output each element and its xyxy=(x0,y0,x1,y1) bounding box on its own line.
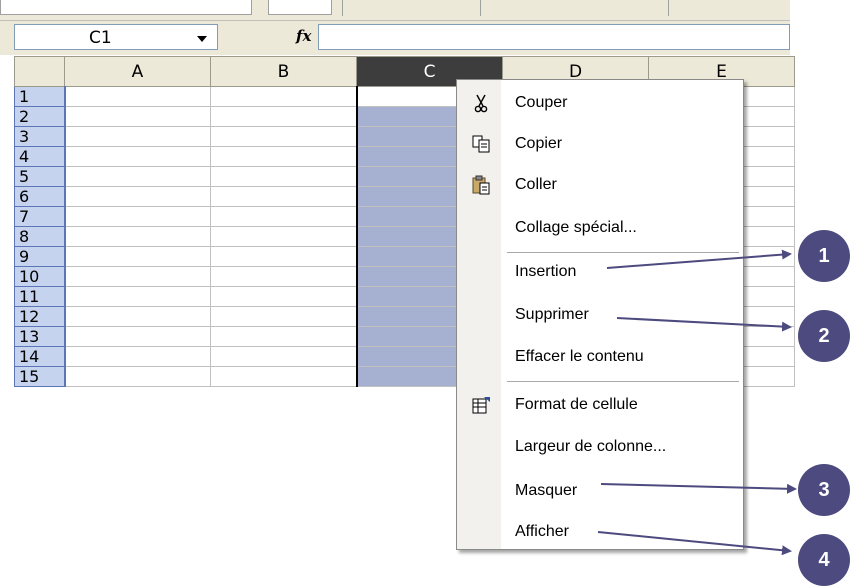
grid-cell[interactable] xyxy=(64,106,211,127)
grid-cell[interactable] xyxy=(64,86,211,107)
toolbar-field[interactable] xyxy=(268,0,332,15)
annotation-badge-2: 2 xyxy=(798,310,850,362)
row-header[interactable]: 3 xyxy=(14,126,66,147)
menu-item-label: Afficher xyxy=(515,523,569,540)
row-header[interactable]: 5 xyxy=(14,166,66,187)
grid-cell[interactable] xyxy=(64,126,211,147)
grid-cell[interactable] xyxy=(64,226,211,247)
menu-item-insertion[interactable]: Insertion xyxy=(457,253,743,293)
row-header[interactable]: 11 xyxy=(14,286,66,307)
row-header[interactable]: 10 xyxy=(14,266,66,287)
formula-input[interactable] xyxy=(318,24,790,50)
menu-item-label: Coller xyxy=(515,176,557,193)
select-all-corner[interactable] xyxy=(14,56,65,87)
grid-cell[interactable] xyxy=(210,146,357,167)
formula-bar: C1 fx xyxy=(0,21,790,55)
menu-item-coller[interactable]: Coller xyxy=(457,166,743,206)
annotation-badge-1: 1 xyxy=(798,230,850,282)
toolbar-separator xyxy=(480,0,481,16)
menu-item-effacer-le-contenu[interactable]: Effacer le contenu xyxy=(457,338,743,378)
menu-item-label: Largeur de colonne... xyxy=(515,438,667,455)
row-header[interactable]: 4 xyxy=(14,146,66,167)
grid-cell[interactable] xyxy=(64,206,211,227)
grid-cell[interactable] xyxy=(210,366,357,387)
column-header-a[interactable]: A xyxy=(64,56,211,87)
grid-cell[interactable] xyxy=(210,266,357,287)
menu-item-label: Collage spécial... xyxy=(515,219,637,236)
menu-item-label: Couper xyxy=(515,94,568,111)
format-cells-icon xyxy=(472,397,490,414)
annotation-badge-4: 4 xyxy=(798,534,850,586)
grid-cell[interactable] xyxy=(64,166,211,187)
grid-cell[interactable] xyxy=(210,246,357,267)
context-menu: Couper Copier Coller Collage spécial... … xyxy=(456,79,744,550)
menu-item-couper[interactable]: Couper xyxy=(457,84,743,124)
row-header[interactable]: 7 xyxy=(14,206,66,227)
grid-cell[interactable] xyxy=(64,246,211,267)
column-header-b[interactable]: B xyxy=(210,56,357,87)
menu-item-masquer[interactable]: Masquer xyxy=(457,472,743,512)
grid-cell[interactable] xyxy=(64,306,211,327)
menu-item-copier[interactable]: Copier xyxy=(457,125,743,165)
row-header[interactable]: 6 xyxy=(14,186,66,207)
menu-item-afficher[interactable]: Afficher xyxy=(457,513,743,553)
menu-separator xyxy=(507,381,739,382)
function-fx-icon[interactable]: fx xyxy=(296,27,311,45)
name-box[interactable]: C1 xyxy=(14,24,218,50)
grid-cell[interactable] xyxy=(210,186,357,207)
menu-item-supprimer[interactable]: Supprimer xyxy=(457,296,743,336)
grid-cell[interactable] xyxy=(64,346,211,367)
toolbar-separator xyxy=(342,0,343,16)
grid-cell[interactable] xyxy=(64,266,211,287)
grid-cell[interactable] xyxy=(64,286,211,307)
grid-cell[interactable] xyxy=(210,286,357,307)
scissors-icon xyxy=(474,94,488,113)
row-header[interactable]: 1 xyxy=(14,86,66,107)
paste-icon xyxy=(472,175,490,195)
menu-item-label: Effacer le contenu xyxy=(515,348,644,365)
chevron-down-icon[interactable] xyxy=(197,36,207,42)
grid-cell[interactable] xyxy=(64,366,211,387)
menu-item-label: Copier xyxy=(515,135,563,152)
row-header[interactable]: 2 xyxy=(14,106,66,127)
grid-cell[interactable] xyxy=(64,326,211,347)
grid-cell[interactable] xyxy=(64,146,211,167)
row-header[interactable]: 14 xyxy=(14,346,66,367)
grid-cell[interactable] xyxy=(64,186,211,207)
grid-cell[interactable] xyxy=(210,106,357,127)
toolbar-separator xyxy=(668,0,669,16)
row-header[interactable]: 9 xyxy=(14,246,66,267)
grid-cell[interactable] xyxy=(210,166,357,187)
grid-cell[interactable] xyxy=(210,206,357,227)
annotation-badge-3: 3 xyxy=(798,464,850,516)
toolbar-strip xyxy=(0,0,790,21)
row-header[interactable]: 15 xyxy=(14,366,66,387)
grid-cell[interactable] xyxy=(210,326,357,347)
grid-cell[interactable] xyxy=(210,346,357,367)
menu-item-largeur-de-colonne[interactable]: Largeur de colonne... xyxy=(457,428,743,468)
menu-item-label: Format de cellule xyxy=(515,396,638,413)
name-box-value: C1 xyxy=(89,28,112,48)
menu-item-label: Supprimer xyxy=(515,306,589,323)
grid-cell[interactable] xyxy=(210,306,357,327)
grid-cell[interactable] xyxy=(210,226,357,247)
row-header[interactable]: 12 xyxy=(14,306,66,327)
menu-item-label: Masquer xyxy=(515,482,578,499)
menu-item-format-de-cellule[interactable]: Format de cellule xyxy=(457,386,743,426)
grid-cell[interactable] xyxy=(210,126,357,147)
copy-icon xyxy=(472,135,490,153)
menu-item-collage-special[interactable]: Collage spécial... xyxy=(457,209,743,249)
toolbar-field[interactable] xyxy=(0,0,252,15)
row-header[interactable]: 8 xyxy=(14,226,66,247)
row-header[interactable]: 13 xyxy=(14,326,66,347)
grid-cell[interactable] xyxy=(210,86,357,107)
menu-item-label: Insertion xyxy=(515,263,577,280)
